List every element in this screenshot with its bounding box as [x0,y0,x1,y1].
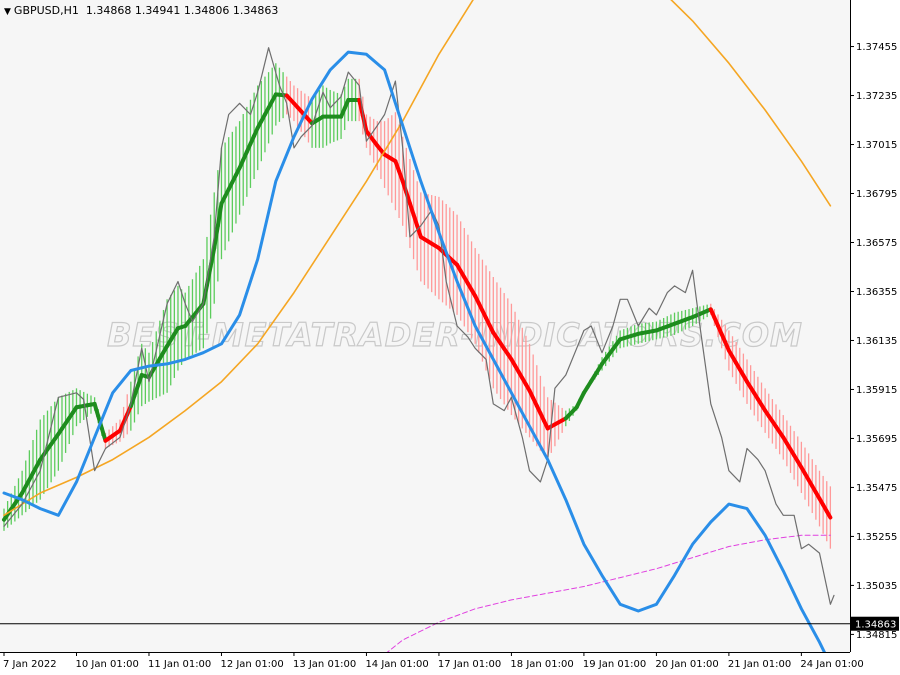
y-tick-label: 1.35695 [856,434,897,445]
x-tick-label: 19 Jan 01:00 [583,659,646,670]
y-tick-label: 1.36135 [856,336,897,347]
x-tick-label: 20 Jan 01:00 [655,659,718,670]
x-tick-label: 13 Jan 01:00 [293,659,356,670]
y-tick-label: 1.37015 [856,140,897,151]
symbol-label: GBPUSD,H1 [13,4,79,17]
y-tick-label: 1.35035 [856,581,897,592]
chart-svg: BEST-METATRADER-INDICATORS.COM 1.374551.… [0,0,900,675]
y-tick-label: 1.37235 [856,91,897,102]
y-tick-label: 1.35255 [856,532,897,543]
current-price-label: 1.34863 [855,620,896,631]
x-tick-label: 7 Jan 2022 [3,659,57,670]
x-tick-label: 10 Jan 01:00 [75,659,138,670]
ohlc-values: 1.34868 1.34941 1.34806 1.34863 [85,4,279,17]
x-tick-label: 14 Jan 01:00 [365,659,428,670]
y-tick-label: 1.35475 [856,483,897,494]
y-tick-label: 1.37455 [856,42,897,53]
x-tick-label: 18 Jan 01:00 [510,659,573,670]
y-tick-label: 1.34815 [856,630,897,641]
y-tick-label: 1.36795 [856,189,897,200]
x-tick-label: 17 Jan 01:00 [438,659,501,670]
chart-root: BEST-METATRADER-INDICATORS.COM 1.37455 1.… [0,0,900,675]
x-tick-label: 21 Jan 01:00 [728,659,791,670]
dropdown-arrow-icon[interactable]: ▼ [4,7,11,17]
y-tick-label: 1.35915 [856,385,897,396]
y-tick-label: 1.36355 [856,287,897,298]
x-tick-label: 11 Jan 01:00 [148,659,211,670]
x-tick-label: 12 Jan 01:00 [220,659,283,670]
y-tick-label: 1.36575 [856,238,897,249]
x-tick-label: 24 Jan 01:00 [800,659,863,670]
symbol-header: ▼ GBPUSD,H1 1.34868 1.34941 1.34806 1.348… [4,4,278,17]
